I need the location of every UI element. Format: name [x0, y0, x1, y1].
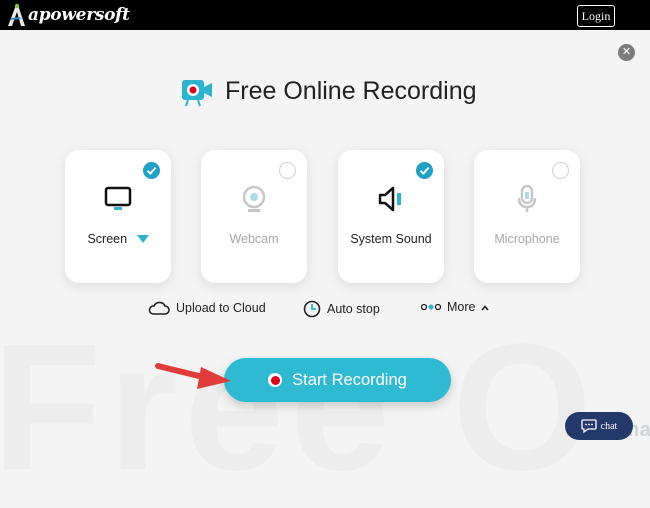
chat-bubble-icon [581, 419, 597, 433]
chat-label: chat [600, 420, 618, 432]
clock-icon [303, 300, 321, 318]
close-icon[interactable]: ✕ [618, 44, 635, 61]
system-sound-label: System Sound [350, 232, 432, 246]
upload-to-cloud-label: Upload to Cloud [176, 301, 266, 315]
source-card-microphone[interactable]: Microphone [474, 150, 580, 283]
more-label: More [447, 300, 476, 314]
more-options-toggle[interactable]: More [421, 300, 490, 314]
source-card-webcam[interactable]: Webcam [201, 150, 307, 283]
source-card-system-sound[interactable]: System Sound [338, 150, 444, 283]
monitor-icon [104, 186, 132, 210]
checkmark-icon[interactable] [416, 162, 433, 179]
source-card-screen[interactable]: Screen [65, 150, 171, 283]
cloud-icon [148, 301, 170, 315]
speaker-icon [378, 186, 401, 212]
microphone-icon [517, 184, 537, 212]
upload-to-cloud-option[interactable]: Upload to Cloud [148, 300, 266, 316]
background-watermark-text: Free O [0, 307, 599, 508]
apowersoft-logo-icon [8, 3, 25, 26]
pointer-arrow-icon [155, 363, 231, 389]
record-icon [268, 373, 283, 387]
login-button[interactable]: Login [577, 5, 615, 27]
screen-label: Screen [87, 232, 128, 246]
chevron-up-icon [481, 300, 490, 314]
auto-stop-option[interactable]: Auto stop [303, 300, 380, 318]
checkbox-empty-icon[interactable] [552, 162, 569, 179]
source-card-label: Screen [65, 232, 171, 247]
auto-stop-label: Auto stop [327, 302, 380, 316]
brand-name: apowersoft [28, 5, 130, 25]
dropdown-arrow-icon[interactable] [136, 233, 149, 247]
webcam-label: Webcam [229, 232, 279, 246]
checkbox-empty-icon[interactable] [279, 162, 296, 179]
more-dots-icon [421, 303, 441, 311]
apowersoft-logo[interactable]: apowersoft [6, 3, 130, 27]
webcam-icon [242, 185, 266, 212]
page-header: Free Online Recording [180, 74, 477, 108]
chat-button[interactable]: chat [565, 412, 633, 440]
start-recording-button[interactable]: Start Recording [224, 358, 451, 402]
top-bar: apowersoft Login [0, 0, 650, 30]
microphone-label: Microphone [494, 232, 560, 246]
page-title: Free Online Recording [225, 76, 477, 105]
start-recording-label: Start Recording [292, 370, 407, 389]
camera-recorder-icon [182, 80, 212, 107]
checkmark-icon[interactable] [143, 162, 160, 179]
